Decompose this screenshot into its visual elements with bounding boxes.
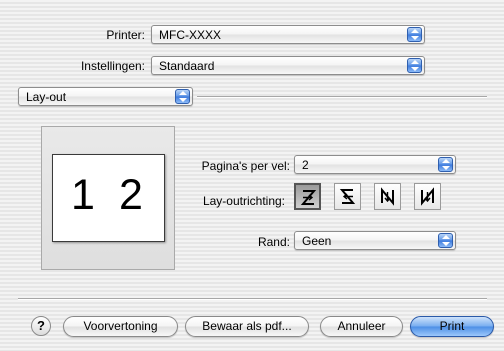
direction-z-left-right-button[interactable]: [294, 183, 321, 210]
bottom-divider: [18, 298, 487, 300]
z-right-left-icon: [339, 189, 356, 204]
preview-sheet: 1 2: [52, 154, 165, 242]
n-top-bottom-icon: [381, 187, 394, 206]
direction-n-reverse-button[interactable]: [414, 183, 441, 210]
preview-page-2: 2: [119, 171, 143, 219]
panel-value: Lay-out: [26, 90, 67, 104]
printer-value: MFC-XXXX: [159, 28, 222, 42]
pages-per-sheet-label: Pagina's per vel:: [201, 159, 290, 173]
direction-z-right-left-button[interactable]: [334, 183, 361, 210]
print-button[interactable]: Print: [410, 316, 494, 337]
panel-popup[interactable]: Lay-out: [18, 87, 193, 106]
printer-label: Printer:: [106, 28, 145, 42]
border-label: Rand:: [257, 235, 290, 249]
pages-per-sheet-value: 2: [302, 158, 309, 172]
save-pdf-button[interactable]: Bewaar als pdf...: [185, 316, 309, 337]
preview-button[interactable]: Voorvertoning: [63, 316, 178, 337]
chevron-updown-icon: [175, 89, 190, 104]
settings-value: Standaard: [159, 59, 215, 73]
panel-divider: [197, 96, 487, 98]
z-left-right-icon: [300, 190, 317, 205]
pages-per-sheet-popup[interactable]: 2: [294, 155, 456, 174]
preview-page-1: 1: [71, 171, 95, 219]
layout-preview: 1 2: [41, 126, 175, 270]
n-reverse-icon: [421, 187, 434, 206]
chevron-updown-icon: [407, 58, 422, 73]
settings-label: Instellingen:: [80, 59, 145, 73]
layout-direction-label: Lay-outrichting:: [202, 194, 285, 208]
direction-n-top-bottom-button[interactable]: [374, 183, 401, 210]
help-button[interactable]: ?: [31, 316, 51, 336]
chevron-updown-icon: [438, 233, 453, 248]
border-popup[interactable]: Geen: [294, 231, 456, 250]
chevron-updown-icon: [438, 157, 453, 172]
printer-popup[interactable]: MFC-XXXX: [151, 25, 425, 44]
cancel-button[interactable]: Annuleer: [320, 316, 403, 337]
chevron-updown-icon: [407, 27, 422, 42]
settings-popup[interactable]: Standaard: [151, 56, 425, 75]
border-value: Geen: [302, 234, 332, 248]
